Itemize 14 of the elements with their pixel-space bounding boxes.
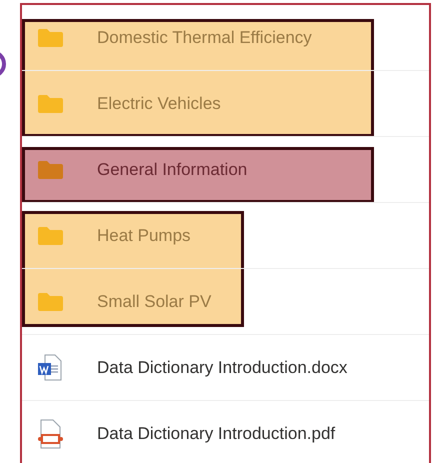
file-name[interactable]: Data Dictionary Introduction.docx [97, 354, 348, 380]
folder-icon [37, 28, 64, 48]
folder-name[interactable]: General Information [97, 156, 248, 182]
folder-name[interactable]: Electric Vehicles [97, 90, 221, 116]
folder-icon [37, 226, 64, 246]
folder-name[interactable]: Domestic Thermal Efficiency [97, 24, 312, 50]
folder-icon [37, 94, 64, 114]
file-name[interactable]: Data Dictionary Introduction.pdf [97, 420, 336, 446]
folder-icon [37, 160, 64, 180]
folder-name[interactable]: Heat Pumps [97, 222, 191, 248]
pdf-document-icon [37, 418, 64, 448]
folder-name[interactable]: Small Solar PV [97, 288, 212, 314]
word-document-icon [37, 354, 64, 382]
folder-icon [37, 292, 64, 312]
